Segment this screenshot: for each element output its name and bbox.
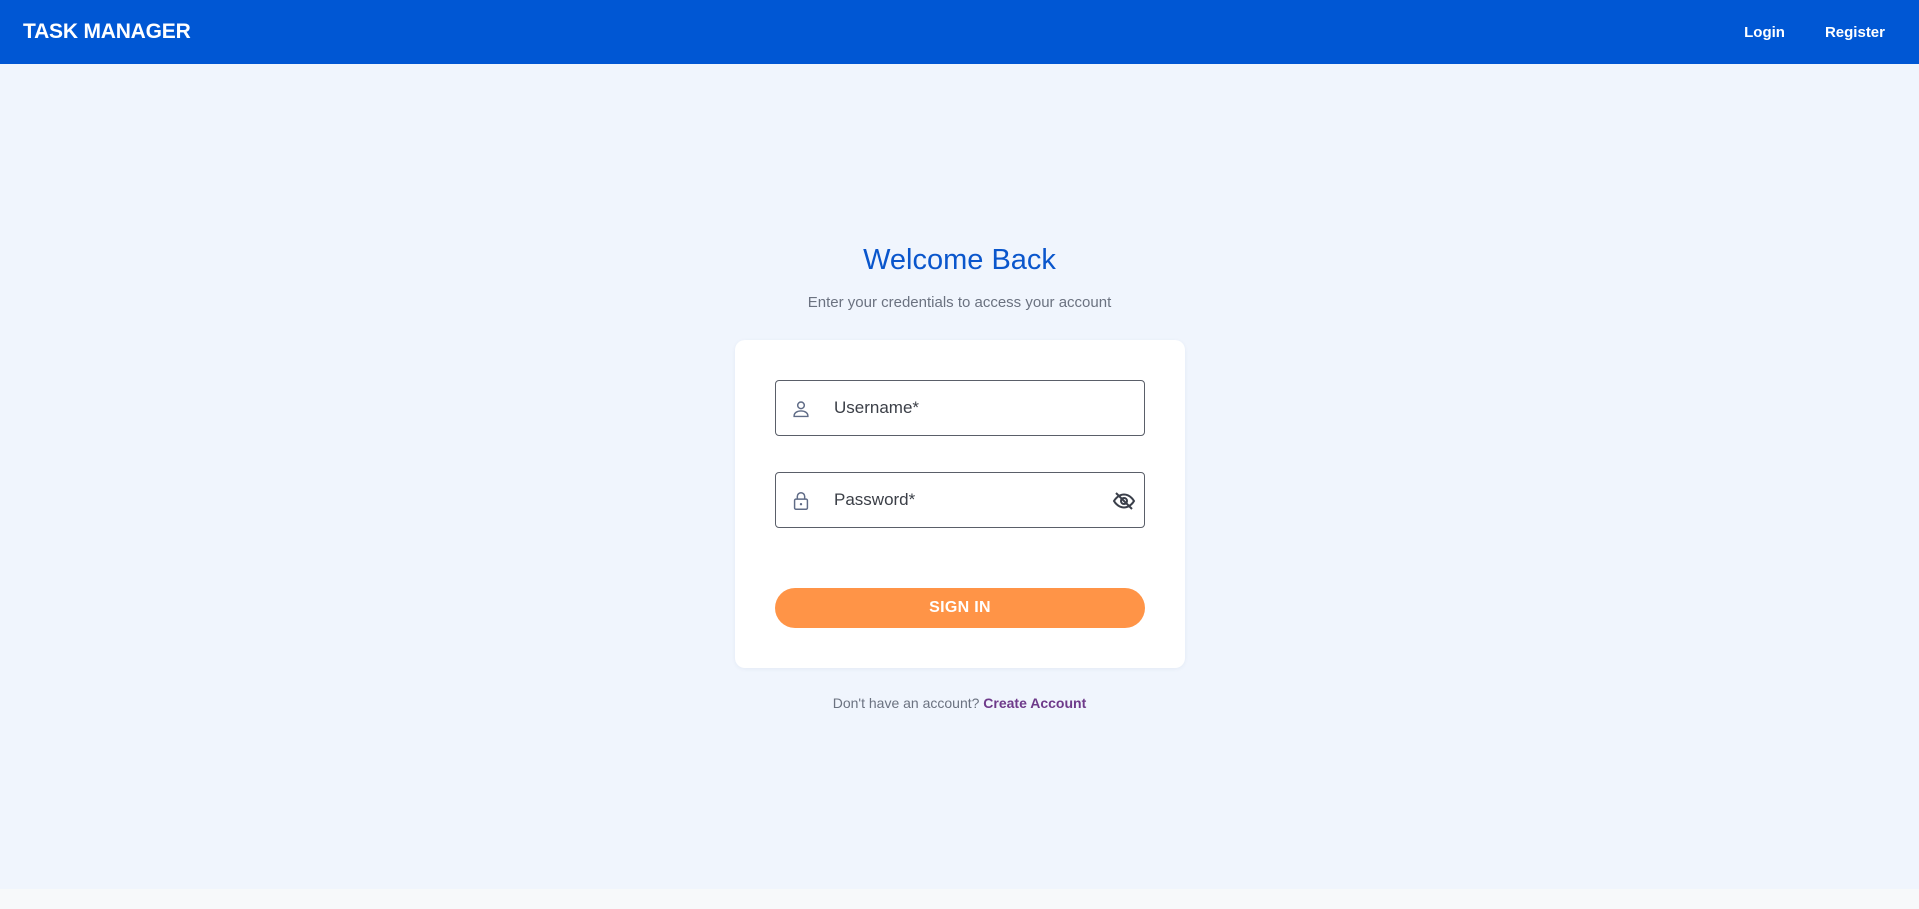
password-field[interactable] — [775, 472, 1145, 528]
create-account-link[interactable]: Create Account — [983, 695, 1086, 711]
page-title: Welcome Back — [863, 244, 1056, 276]
person-icon — [790, 398, 812, 420]
eye-off-icon[interactable] — [1112, 489, 1136, 513]
sign-in-button[interactable]: SIGN IN — [775, 588, 1145, 628]
page-subtitle: Enter your credentials to access your ac… — [807, 294, 1112, 311]
username-input[interactable] — [834, 381, 1084, 435]
login-page: Welcome Back Enter your credentials to a… — [0, 64, 1919, 889]
username-field[interactable] — [775, 380, 1145, 436]
lock-icon — [790, 490, 812, 512]
nav-login-link[interactable]: Login — [1724, 16, 1805, 49]
brand-logo[interactable]: TASK MANAGER — [23, 20, 191, 44]
login-card: SIGN IN — [735, 340, 1185, 668]
signup-prompt-text: Don't have an account? — [832, 695, 980, 711]
top-app-bar: TASK MANAGER Login Register — [0, 0, 1919, 64]
signup-prompt: Don't have an account? Create Account — [0, 695, 1919, 711]
password-input[interactable] — [834, 473, 1084, 527]
header-nav: Login Register — [1724, 16, 1896, 49]
nav-register-link[interactable]: Register — [1805, 16, 1896, 49]
